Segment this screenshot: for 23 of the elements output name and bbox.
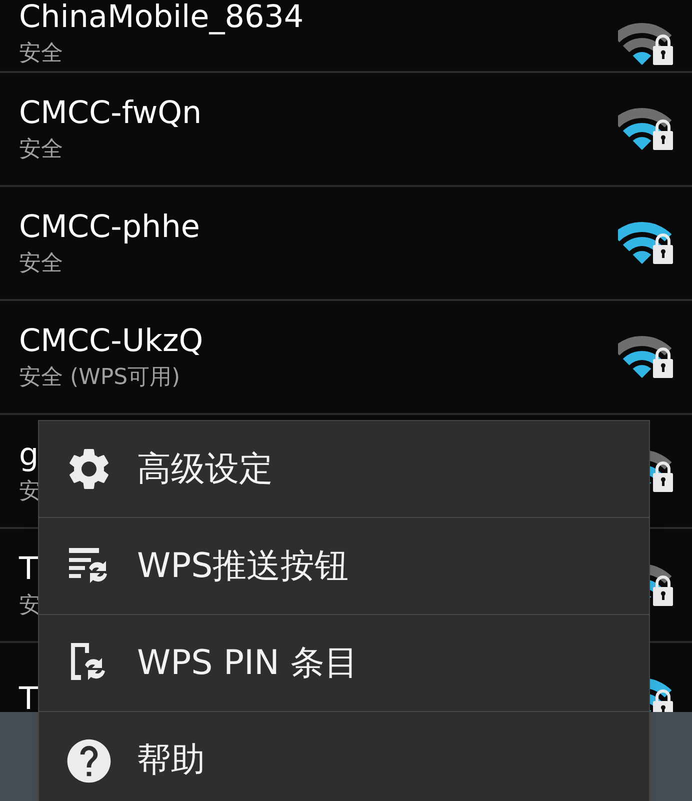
network-name: CMCC-phhe [19,208,200,247]
network-name: CMCC-fwQn [19,94,202,133]
menu-item[interactable]: WPS PIN 条目 [39,615,649,712]
menu-item-label: WPS推送按钮 [137,544,349,588]
network-name: T [19,550,38,589]
menu-item-label: 帮助 [137,739,205,782]
wifi-network-item[interactable]: ChinaMobile_8634 安全 [0,0,692,73]
network-name: CMCC-UkzQ [19,322,204,361]
security-label: 安全 (WPS可用) [19,364,180,392]
network-name: ChinaMobile_8634 [19,0,304,37]
wifi-network-item[interactable]: CMCC-phhe 安全 [0,187,692,301]
menu-item[interactable]: 帮助 [39,712,649,801]
security-label: 安全 [19,40,63,68]
wifi-network-item[interactable]: CMCC-fwQn 安全 [0,73,692,187]
network-name: T [19,680,38,712]
security-label: 安全 [19,250,63,278]
menu-item[interactable]: 高级设定 [39,421,649,518]
menu-item-label: 高级设定 [137,448,273,490]
security-label: 安全 [19,136,63,164]
network-name: g [19,436,39,475]
menu-item-label: WPS PIN 条目 [137,642,358,684]
menu-item[interactable]: WPS推送按钮 [39,518,649,615]
wifi-network-item[interactable]: CMCC-UkzQ 安全 (WPS可用) [0,301,692,415]
